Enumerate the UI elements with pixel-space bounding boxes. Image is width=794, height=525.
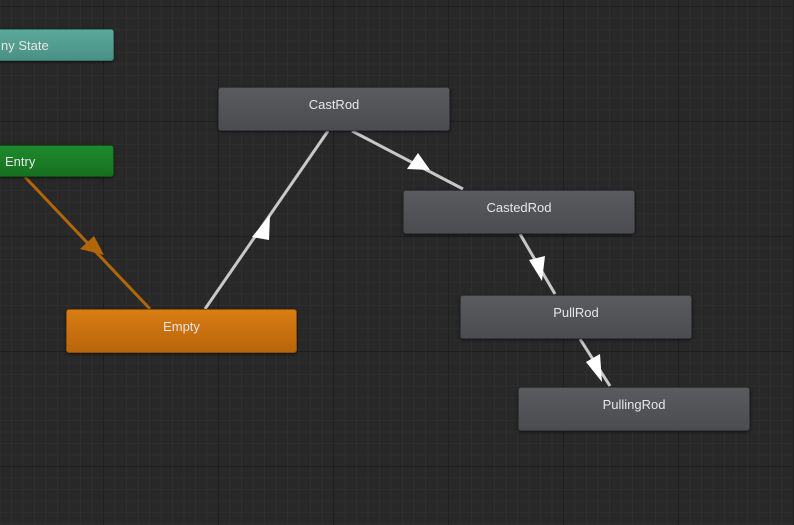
transition-castedrod-to-pullrod[interactable] (518, 233, 557, 295)
castedrod-state-label: CastedRod (486, 200, 552, 215)
transition-links (23, 129, 612, 387)
any-state-label: ny State (1, 38, 49, 53)
transition-line[interactable] (351, 129, 464, 191)
transition-arrow-icon[interactable] (529, 256, 545, 281)
transition-arrow-icon[interactable] (252, 215, 270, 240)
entry-label: Entry (5, 154, 36, 169)
animator-graph-canvas[interactable]: ny State Entry Empty CastRod CastedRod P… (0, 0, 794, 525)
pullrod-state-node[interactable]: PullRod (460, 295, 692, 339)
castrod-state-label: CastRod (308, 97, 360, 112)
castedrod-state-node[interactable]: CastedRod (403, 190, 635, 234)
pullingrod-state-node[interactable]: PullingRod (518, 387, 750, 431)
transition-arrow-icon[interactable] (586, 354, 602, 382)
pullrod-state-label: PullRod (553, 305, 599, 320)
empty-state-label: Empty (163, 319, 200, 334)
transition-empty-to-castrod[interactable] (203, 130, 330, 310)
transition-pullrod-to-pullingrod[interactable] (578, 338, 612, 387)
entry-node[interactable]: Entry (0, 145, 114, 177)
any-state-node[interactable]: ny State (0, 29, 114, 61)
empty-state-node[interactable]: Empty (66, 309, 297, 353)
transition-entry-to-empty[interactable] (23, 175, 152, 311)
transition-castrod-to-castedrod[interactable] (351, 129, 464, 191)
castrod-state-node[interactable]: CastRod (218, 87, 450, 131)
pullingrod-state-label: PullingRod (602, 397, 666, 412)
